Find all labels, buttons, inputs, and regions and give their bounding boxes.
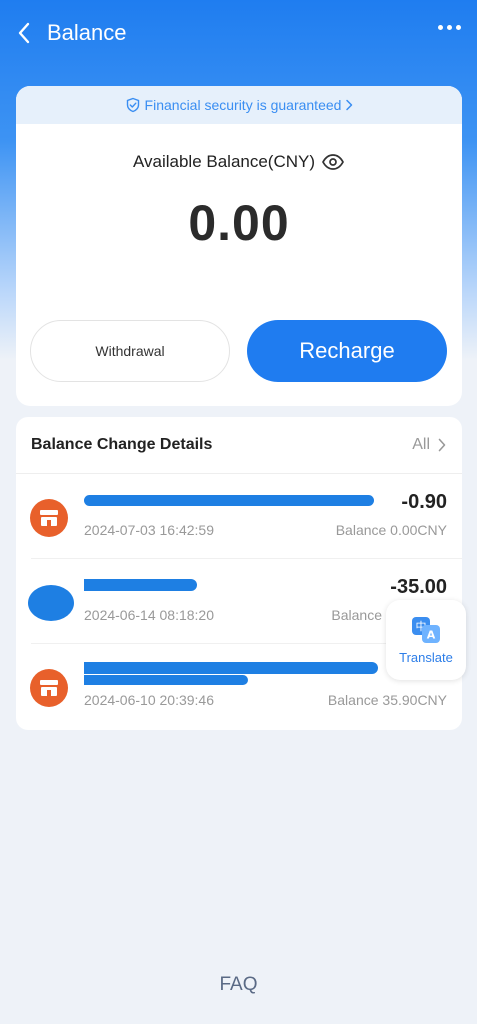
transaction-date: 2024-06-10 20:39:46: [84, 692, 214, 708]
balance-amount: 0.00: [188, 195, 290, 251]
translate-button[interactable]: 中 A Translate: [386, 600, 466, 680]
view-all-label: All: [412, 436, 430, 453]
shield-check-icon: [126, 97, 139, 113]
available-balance-label: Available Balance(CNY): [132, 152, 316, 171]
page-title: Balance: [47, 20, 127, 45]
transaction-date: 2024-07-03 16:42:59: [84, 522, 214, 538]
redaction-mark: [84, 495, 374, 506]
transaction-date: 2024-06-14 08:18:20: [84, 607, 214, 623]
redacted-avatar: [28, 585, 74, 621]
redaction-mark: [84, 675, 248, 685]
more-dots-icon[interactable]: [438, 25, 461, 30]
details-header: Balance Change Details All: [16, 417, 462, 474]
security-text: Financial security is guaranteed: [144, 97, 342, 113]
balance-after: Balance: [331, 607, 382, 623]
withdrawal-button[interactable]: Withdrawal: [30, 320, 230, 382]
balance-after: Balance 0.00CNY: [335, 522, 447, 538]
transaction-row[interactable]: -0.90 2024-07-03 16:42:59 Balance 0.00CN…: [16, 474, 462, 559]
merchant-name-redacted: [84, 575, 374, 597]
transaction-amount: -0.90: [401, 491, 447, 513]
available-balance-row: Available Balance(CNY): [16, 152, 462, 172]
eye-icon[interactable]: [321, 153, 345, 171]
redaction-mark: [84, 662, 378, 674]
faq-link[interactable]: FAQ: [0, 974, 477, 996]
chevron-left-icon: [18, 22, 30, 44]
chevron-right-icon: [438, 438, 446, 452]
redaction-mark: [84, 579, 197, 591]
balance-change-details: Balance Change Details All -0.90 2024-07…: [16, 417, 462, 730]
security-banner[interactable]: Financial security is guaranteed: [16, 86, 462, 124]
balance-after: Balance 35.90CNY: [327, 692, 447, 708]
back-button[interactable]: [12, 20, 36, 46]
translate-icon: 中 A: [412, 616, 440, 643]
store-icon: [30, 499, 68, 537]
view-all-link[interactable]: All: [412, 436, 446, 454]
recharge-button[interactable]: Recharge: [247, 320, 447, 382]
store-icon: [30, 669, 68, 707]
details-title: Balance Change Details: [31, 436, 213, 453]
chevron-right-icon: [346, 99, 353, 111]
svg-text:A: A: [427, 628, 436, 641]
merchant-name-redacted: [84, 490, 374, 512]
balance-card: Financial security is guaranteed Availab…: [16, 86, 462, 406]
translate-label: Translate: [399, 649, 453, 665]
transaction-amount: -35.00: [390, 576, 447, 598]
app-header: Balance: [0, 0, 477, 66]
merchant-name-redacted: [84, 660, 384, 690]
